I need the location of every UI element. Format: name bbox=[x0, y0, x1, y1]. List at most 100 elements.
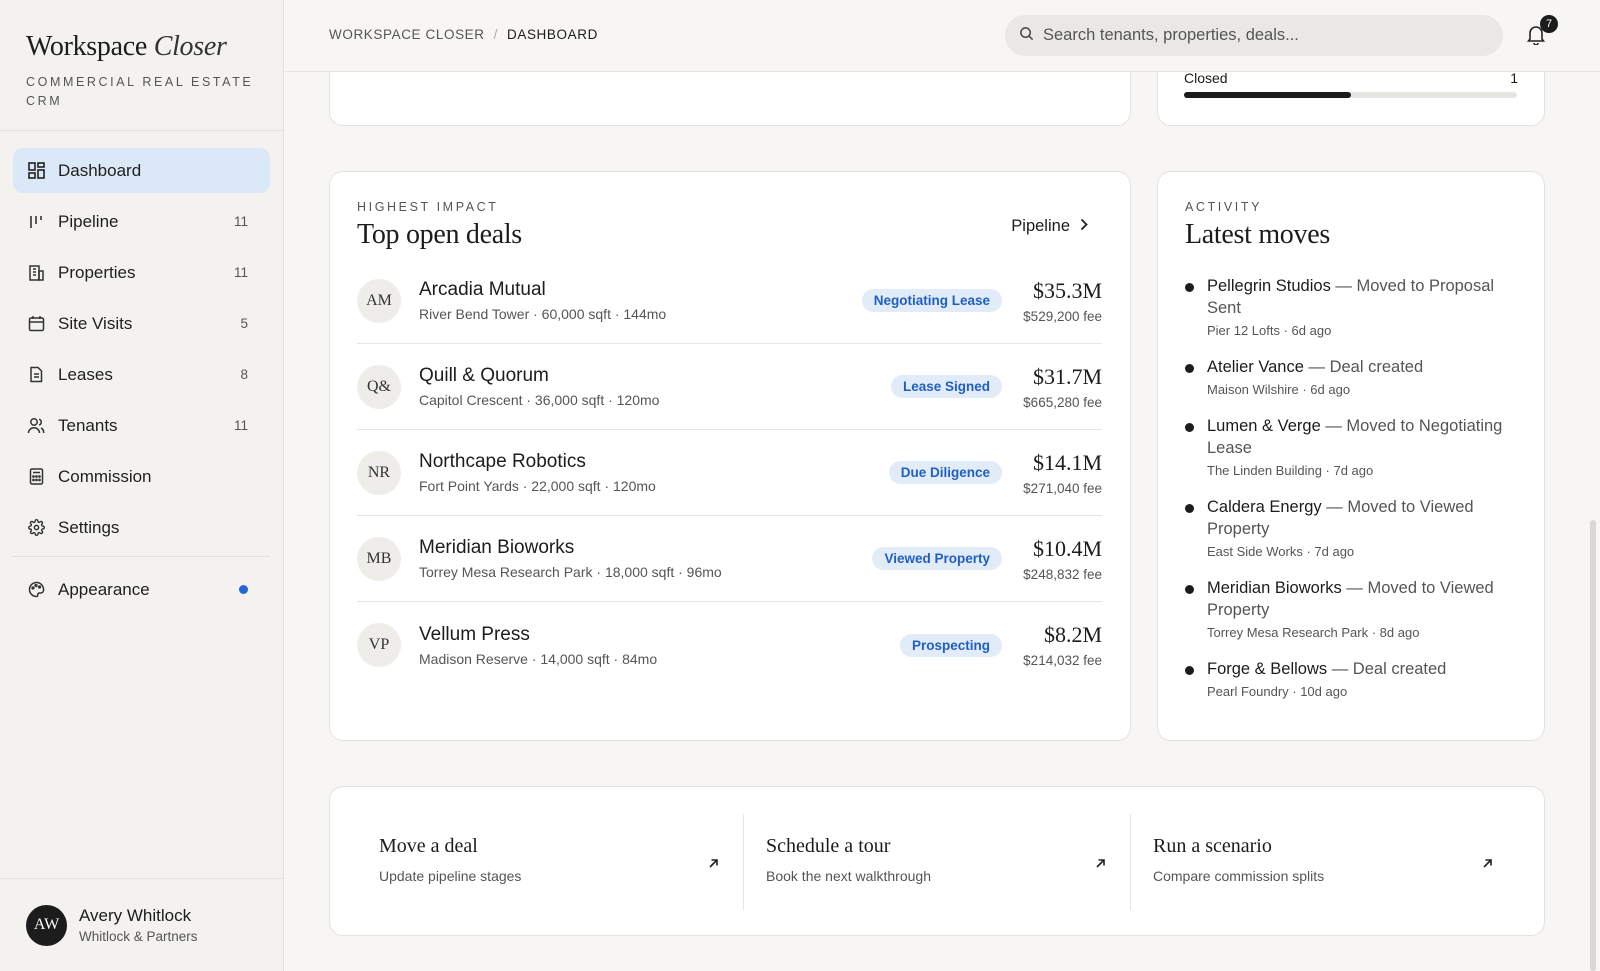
activity-meta: Pier 12 Lofts · 6d ago bbox=[1207, 323, 1332, 338]
activity-item[interactable]: Pellegrin Studios — Moved to Proposal Se… bbox=[1185, 275, 1520, 338]
breadcrumb-current: DASHBOARD bbox=[507, 27, 598, 42]
pipeline-icon bbox=[27, 213, 45, 231]
stage-closed-row: Closed 1 bbox=[1184, 70, 1518, 86]
page-scrollbar[interactable] bbox=[1590, 520, 1596, 971]
stage-progress-track bbox=[1184, 92, 1517, 98]
sidebar-item-label: Dashboard bbox=[58, 160, 142, 180]
activity-action: — Deal created bbox=[1303, 358, 1424, 376]
sidebar-item-dashboard[interactable]: Dashboard bbox=[13, 148, 270, 193]
calculator-icon bbox=[27, 468, 45, 486]
sidebar-item-count: 11 bbox=[233, 214, 248, 229]
stage-label: Closed bbox=[1184, 70, 1228, 86]
breadcrumb-root[interactable]: WORKSPACE CLOSER bbox=[329, 27, 485, 42]
card-eyebrow: Activity bbox=[1185, 200, 1263, 214]
activity-list: Pellegrin Studios — Moved to Proposal Se… bbox=[1185, 275, 1520, 717]
deal-name: Northcape Robotics bbox=[419, 451, 586, 472]
sidebar-item-pipeline[interactable]: Pipeline 11 bbox=[13, 199, 270, 244]
activity-meta: Torrey Mesa Research Park · 8d ago bbox=[1207, 625, 1420, 640]
sidebar-item-label: Tenants bbox=[58, 415, 118, 435]
stage-badge: Negotiating Lease bbox=[861, 289, 1002, 312]
activity-tenant: Caldera Energy bbox=[1207, 498, 1322, 516]
users-icon bbox=[27, 417, 45, 435]
activity-meta: The Linden Building · 7d ago bbox=[1207, 463, 1374, 478]
deal-avatar: VP bbox=[357, 623, 401, 667]
brand-name-italic: Closer bbox=[153, 31, 227, 62]
nav-divider bbox=[13, 556, 270, 557]
sidebar-item-appearance[interactable]: Appearance bbox=[13, 567, 270, 612]
deal-name: Meridian Bioworks bbox=[419, 537, 575, 558]
quick-actions: Move a deal Update pipeline stages Sched… bbox=[357, 814, 1517, 910]
sidebar-item-label: Pipeline bbox=[58, 211, 119, 231]
move-deal-action[interactable]: Move a deal Update pipeline stages bbox=[357, 814, 743, 910]
quick-action-subtitle: Book the next walkthrough bbox=[766, 868, 931, 884]
deal-fee: $271,040 fee bbox=[1023, 480, 1102, 496]
chevron-right-icon bbox=[1070, 217, 1088, 236]
building-icon bbox=[27, 264, 45, 282]
sidebar-item-count: 11 bbox=[233, 418, 248, 433]
activity-tenant: Pellegrin Studios bbox=[1207, 277, 1331, 295]
sidebar-item-commission[interactable]: Commission bbox=[13, 454, 270, 499]
sidebar-item-properties[interactable]: Properties 11 bbox=[13, 250, 270, 295]
quick-action-title: Run a scenario bbox=[1153, 835, 1272, 857]
sidebar-item-tenants[interactable]: Tenants 11 bbox=[13, 403, 270, 448]
user-profile[interactable]: AW Avery Whitlock Whitlock & Partners bbox=[0, 878, 284, 971]
sidebar-item-count: 8 bbox=[240, 367, 248, 382]
deal-meta: Torrey Mesa Research Park · 18,000 sqft … bbox=[419, 564, 722, 580]
quick-action-subtitle: Update pipeline stages bbox=[379, 868, 522, 884]
search-input[interactable] bbox=[1043, 26, 1473, 45]
arrow-up-right-icon bbox=[708, 856, 719, 874]
activity-item[interactable]: Atelier Vance — Deal created Maison Wils… bbox=[1185, 356, 1520, 397]
sidebar-item-site-visits[interactable]: Site Visits 5 bbox=[13, 301, 270, 346]
brand-name: Workspace bbox=[26, 31, 147, 62]
quick-action-title: Schedule a tour bbox=[766, 835, 891, 857]
deal-row[interactable]: MB Meridian Bioworks Torrey Mesa Researc… bbox=[357, 516, 1102, 602]
search-icon bbox=[1019, 26, 1034, 46]
deal-fee: $529,200 fee bbox=[1023, 308, 1102, 324]
brand-logo[interactable]: Workspace Closer bbox=[26, 30, 257, 64]
activity-tenant: Meridian Bioworks bbox=[1207, 579, 1342, 597]
activity-item[interactable]: Caldera Energy — Moved to Viewed Propert… bbox=[1185, 496, 1520, 559]
activity-tenant: Forge & Bellows bbox=[1207, 660, 1328, 678]
deal-amount: $10.4M bbox=[1032, 535, 1102, 561]
schedule-tour-action[interactable]: Schedule a tour Book the next walkthroug… bbox=[743, 814, 1130, 910]
appearance-indicator-dot bbox=[239, 585, 248, 594]
pipeline-link[interactable]: Pipeline bbox=[1011, 217, 1088, 236]
activity-tenant: Lumen & Verge bbox=[1207, 417, 1321, 435]
activity-item[interactable]: Lumen & Verge — Moved to Negotiating Lea… bbox=[1185, 415, 1520, 478]
run-scenario-action[interactable]: Run a scenario Compare commission splits bbox=[1130, 814, 1517, 910]
sidebar-item-settings[interactable]: Settings bbox=[13, 505, 270, 550]
deal-name: Quill & Quorum bbox=[419, 365, 549, 386]
arrow-up-right-icon bbox=[1482, 856, 1493, 874]
deal-name: Vellum Press bbox=[419, 623, 530, 645]
user-name: Avery Whitlock bbox=[79, 906, 192, 925]
deal-row[interactable]: Q& Quill & Quorum Capitol Crescent · 36,… bbox=[357, 344, 1102, 430]
sidebar-item-count: 11 bbox=[233, 265, 248, 280]
quick-action-subtitle: Compare commission splits bbox=[1153, 868, 1325, 884]
pipeline-link-label: Pipeline bbox=[1011, 217, 1070, 235]
search-bar[interactable] bbox=[1005, 15, 1503, 56]
deal-row[interactable]: NR Northcape Robotics Fort Point Yards ·… bbox=[357, 430, 1102, 516]
sidebar-item-label: Leases bbox=[58, 364, 113, 384]
deal-fee: $665,280 fee bbox=[1023, 394, 1102, 410]
brand: Workspace Closer Commercial Real Estate … bbox=[0, 0, 283, 131]
stage-badge: Viewed Property bbox=[872, 547, 1002, 570]
activity-item[interactable]: Forge & Bellows — Deal created Pearl Fou… bbox=[1185, 658, 1520, 699]
dashboard-icon bbox=[27, 162, 45, 180]
deal-meta: Madison Reserve · 14,000 sqft · 84mo bbox=[419, 650, 658, 667]
notification-badge: 7 bbox=[1540, 15, 1558, 33]
activity-action: — Deal created bbox=[1327, 660, 1447, 678]
brand-subtitle: Commercial Real Estate CRM bbox=[26, 75, 254, 108]
sidebar-item-label: Appearance bbox=[58, 579, 150, 599]
user-org: Whitlock & Partners bbox=[79, 929, 198, 944]
card-eyebrow: Highest impact bbox=[357, 200, 499, 214]
deal-fee: $248,832 fee bbox=[1023, 566, 1102, 582]
sidebar-item-count: 5 bbox=[240, 316, 248, 331]
sidebar-item-label: Site Visits bbox=[58, 313, 133, 333]
sidebar-nav: Dashboard Pipeline 11 Properties 11 Site… bbox=[0, 131, 283, 612]
activity-item[interactable]: Meridian Bioworks — Moved to Viewed Prop… bbox=[1185, 577, 1520, 640]
deal-avatar: MB bbox=[357, 536, 401, 581]
sidebar-item-leases[interactable]: Leases 8 bbox=[13, 352, 270, 397]
deal-row[interactable]: VP Vellum Press Madison Reserve · 14,000… bbox=[357, 602, 1102, 688]
quick-action-title: Move a deal bbox=[379, 835, 478, 857]
deal-row[interactable]: AM Arcadia Mutual River Bend Tower · 60,… bbox=[357, 258, 1102, 344]
